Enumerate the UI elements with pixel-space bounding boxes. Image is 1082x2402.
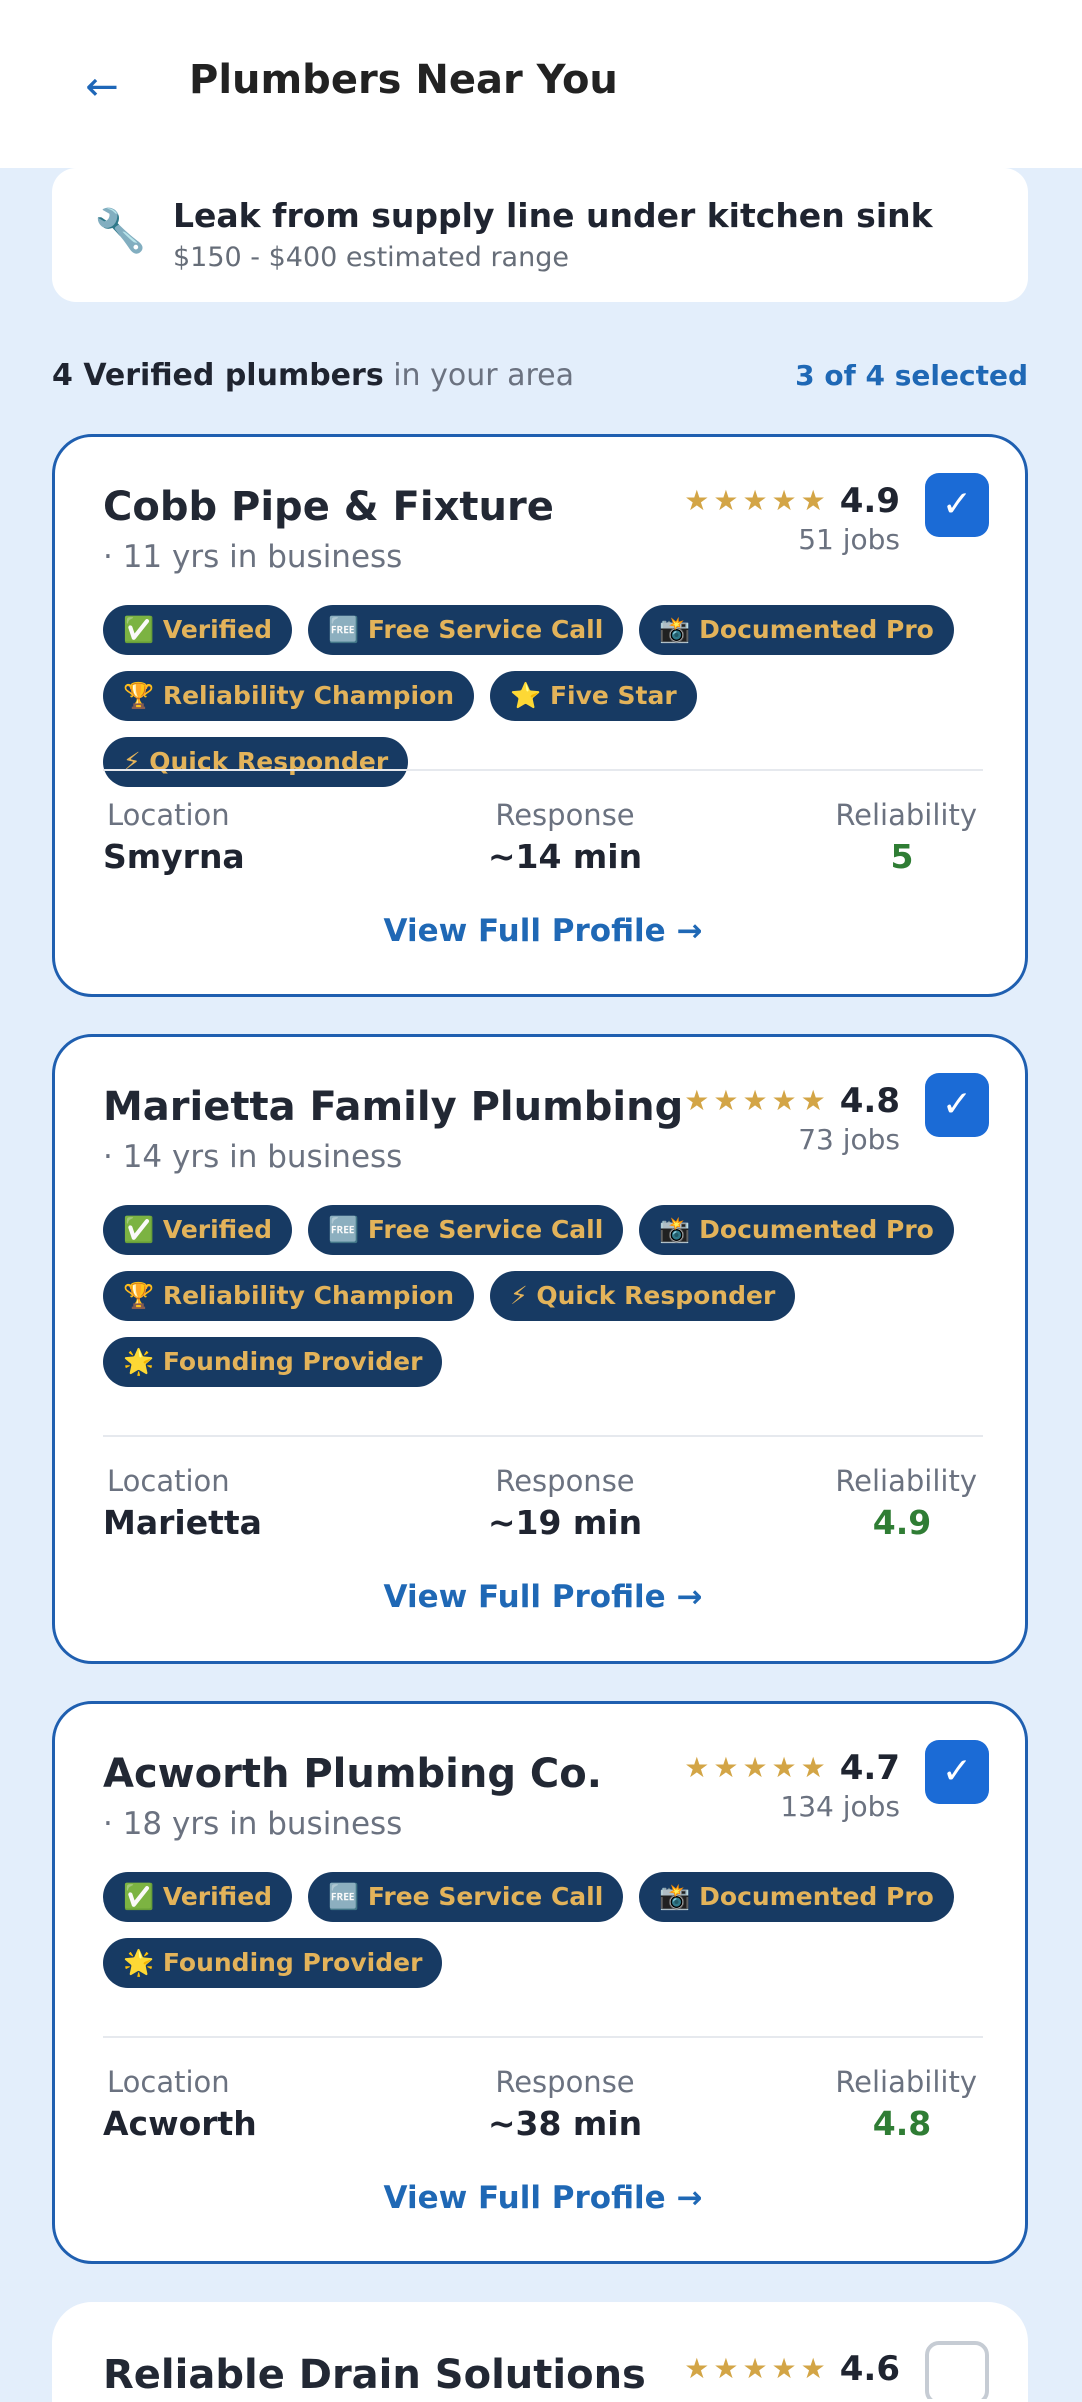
reliability-label: Reliability <box>835 2065 977 2099</box>
job-summary-card: 🔧 Leak from supply line under kitchen si… <box>52 168 1028 302</box>
jobs-count: 134 jobs <box>780 1790 900 1823</box>
response-label: Response <box>495 798 635 832</box>
badge: 🆓 Free Service Call <box>308 605 624 655</box>
reliability-stat: Reliability 5 <box>827 795 977 879</box>
results-summary: 4 Verified plumbers in your area 3 of 4 … <box>52 356 1028 396</box>
provider-years: · 18 yrs in business <box>103 1806 403 1842</box>
response-stat: Response ~38 min <box>465 2062 665 2146</box>
job-title: Leak from supply line under kitchen sink <box>173 196 933 235</box>
view-profile-link[interactable]: View Full Profile → <box>55 909 1025 953</box>
badge: ⚡ Quick Responder <box>490 1271 796 1321</box>
rating-value: 4.7 <box>839 1748 900 1788</box>
location-stat: Location Acworth <box>103 2062 257 2146</box>
badge: ⚡ Quick Responder <box>103 737 409 787</box>
wrench-icon: 🔧 <box>94 206 147 255</box>
reliability-value: 4.9 <box>872 1503 932 1542</box>
results-count: 4 Verified plumbers in your area <box>52 356 574 396</box>
badge: ✅ Verified <box>103 1205 293 1255</box>
jobs-count: 73 jobs <box>798 1123 900 1156</box>
rating-value: 4.8 <box>839 1081 900 1121</box>
provider-card[interactable]: Reliable Drain Solutions ★★★★★ 4.6 <box>52 2302 1028 2402</box>
jobs-count: 51 jobs <box>798 523 900 556</box>
provider-name: Acworth Plumbing Co. <box>103 1751 602 1797</box>
divider <box>103 769 983 771</box>
provider-years: · 14 yrs in business <box>103 1139 403 1175</box>
badge-list: ✅ Verified 🆓 Free Service Call 📸 Documen… <box>103 1872 983 1988</box>
divider <box>103 2036 983 2038</box>
results-count-strong: 4 Verified plumbers <box>52 358 384 393</box>
provider-card[interactable]: Marietta Family Plumbing · 14 yrs in bus… <box>52 1034 1028 1664</box>
badge: 🌟 Founding Provider <box>103 1938 443 1988</box>
location-label: Location <box>107 1464 230 1498</box>
select-checkbox[interactable]: ✓ <box>925 1740 989 1804</box>
response-stat: Response ~14 min <box>465 795 665 879</box>
badge: 🌟 Founding Provider <box>103 1337 443 1387</box>
badge-list: ✅ Verified 🆓 Free Service Call 📸 Documen… <box>103 605 983 787</box>
location-value: Marietta <box>103 1503 262 1542</box>
rating-value: 4.6 <box>839 2349 900 2389</box>
response-stat: Response ~19 min <box>465 1461 665 1545</box>
response-label: Response <box>495 2065 635 2099</box>
divider <box>103 1435 983 1437</box>
badge: 📸 Documented Pro <box>639 1872 954 1922</box>
reliability-value: 5 <box>890 837 914 876</box>
location-label: Location <box>107 798 230 832</box>
location-value: Acworth <box>103 2104 257 2143</box>
provider-rating: ★★★★★ 4.9 <box>684 479 900 523</box>
provider-years: · 11 yrs in business <box>103 539 403 575</box>
response-label: Response <box>495 1464 635 1498</box>
reliability-stat: Reliability 4.9 <box>827 1461 977 1545</box>
select-checkbox[interactable] <box>925 2341 989 2399</box>
provider-rating: ★★★★★ 4.6 <box>684 2347 900 2391</box>
view-profile-link[interactable]: View Full Profile → <box>55 2176 1025 2220</box>
select-checkbox[interactable]: ✓ <box>925 473 989 537</box>
star-rating-icon: ★★★★★ <box>684 484 830 517</box>
back-arrow-icon[interactable]: ← <box>72 52 132 122</box>
reliability-label: Reliability <box>835 798 977 832</box>
job-estimated-range: $150 - $400 estimated range <box>173 242 569 273</box>
badge: 🏆 Reliability Champion <box>103 671 475 721</box>
location-stat: Location Smyrna <box>103 795 245 879</box>
star-rating-icon: ★★★★★ <box>684 1751 830 1784</box>
select-checkbox[interactable]: ✓ <box>925 1073 989 1137</box>
star-rating-icon: ★★★★★ <box>684 2352 830 2385</box>
rating-value: 4.9 <box>839 481 900 521</box>
response-value: ~14 min <box>487 837 643 876</box>
provider-name: Cobb Pipe & Fixture <box>103 484 554 530</box>
provider-rating: ★★★★★ 4.7 <box>684 1746 900 1790</box>
reliability-label: Reliability <box>835 1464 977 1498</box>
response-value: ~19 min <box>487 1503 643 1542</box>
view-profile-link[interactable]: View Full Profile → <box>55 1575 1025 1619</box>
page-title: Plumbers Near You <box>189 57 618 103</box>
badge: 📸 Documented Pro <box>639 1205 954 1255</box>
badge: 🆓 Free Service Call <box>308 1205 624 1255</box>
location-stat: Location Marietta <box>103 1461 262 1545</box>
star-rating-icon: ★★★★★ <box>684 1084 830 1117</box>
results-area: in your area <box>383 358 574 393</box>
provider-name: Reliable Drain Solutions <box>103 2352 646 2398</box>
response-value: ~38 min <box>487 2104 643 2143</box>
badge: 🆓 Free Service Call <box>308 1872 624 1922</box>
provider-card[interactable]: Acworth Plumbing Co. · 18 yrs in busines… <box>52 1701 1028 2264</box>
badge: ✅ Verified <box>103 1872 293 1922</box>
location-label: Location <box>107 2065 230 2099</box>
reliability-stat: Reliability 4.8 <box>827 2062 977 2146</box>
location-value: Smyrna <box>103 837 245 876</box>
badge-list: ✅ Verified 🆓 Free Service Call 📸 Documen… <box>103 1205 983 1387</box>
badge: ✅ Verified <box>103 605 293 655</box>
selected-count: 3 of 4 selected <box>795 359 1028 392</box>
badge: ⭐ Five Star <box>490 671 697 721</box>
badge: 🏆 Reliability Champion <box>103 1271 475 1321</box>
provider-name: Marietta Family Plumbing <box>103 1084 684 1130</box>
provider-rating: ★★★★★ 4.8 <box>684 1079 900 1123</box>
app-header: ← Plumbers Near You <box>0 0 1082 168</box>
provider-card[interactable]: Cobb Pipe & Fixture · 11 yrs in business… <box>52 434 1028 997</box>
badge: 📸 Documented Pro <box>639 605 954 655</box>
reliability-value: 4.8 <box>872 2104 932 2143</box>
